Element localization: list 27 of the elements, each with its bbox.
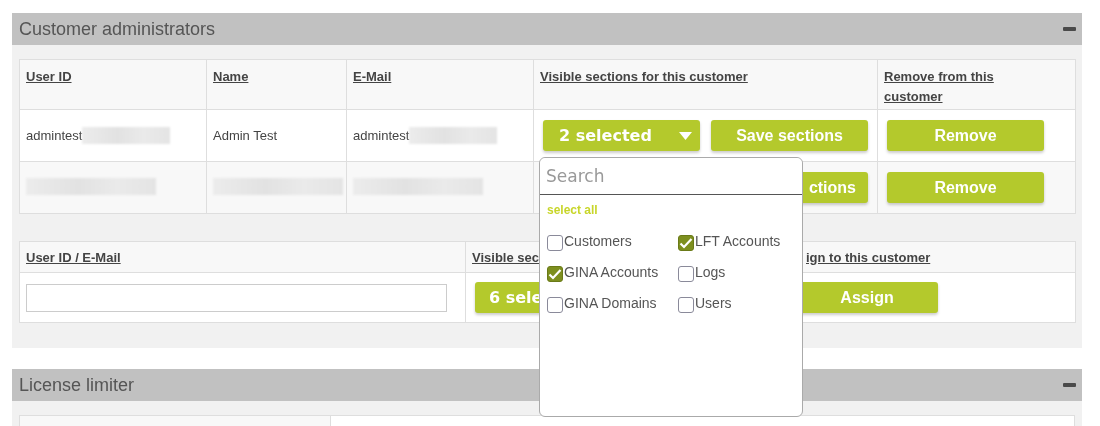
panel-title: Customer administrators	[19, 18, 216, 40]
option-label: GINA Accounts	[564, 264, 659, 280]
column-header[interactable]: Visible sec	[472, 250, 539, 265]
user-id: admintest	[26, 128, 83, 143]
checkbox[interactable]	[547, 297, 563, 313]
user-name: Admin Test	[213, 128, 278, 143]
column-header[interactable]: User ID	[26, 69, 72, 84]
user-email: admintest	[353, 128, 410, 143]
column-header[interactable]: Visible sections for this customer	[540, 69, 748, 84]
checkbox[interactable]	[678, 235, 694, 251]
column-header[interactable]: ign to this customer	[806, 250, 931, 265]
option-label: Logs	[695, 264, 726, 280]
column-header[interactable]: User ID / E-Mail	[26, 250, 121, 265]
option-label: Customers	[564, 233, 632, 249]
option-label: Users	[695, 295, 732, 311]
column-header[interactable]: Name	[213, 69, 249, 84]
checkbox[interactable]	[678, 266, 694, 282]
user-id-field[interactable]	[26, 283, 447, 312]
option-label: GINA Domains	[564, 295, 657, 311]
column-header[interactable]: E-Mail	[353, 69, 392, 84]
search-field[interactable]: Search	[540, 158, 802, 195]
caret-icon	[679, 131, 692, 140]
checkbox[interactable]	[547, 235, 563, 251]
option-label: LFT Accounts	[695, 233, 781, 249]
checkbox[interactable]	[547, 266, 563, 282]
checkbox[interactable]	[678, 297, 694, 313]
panel-title: License limiter	[19, 374, 135, 396]
